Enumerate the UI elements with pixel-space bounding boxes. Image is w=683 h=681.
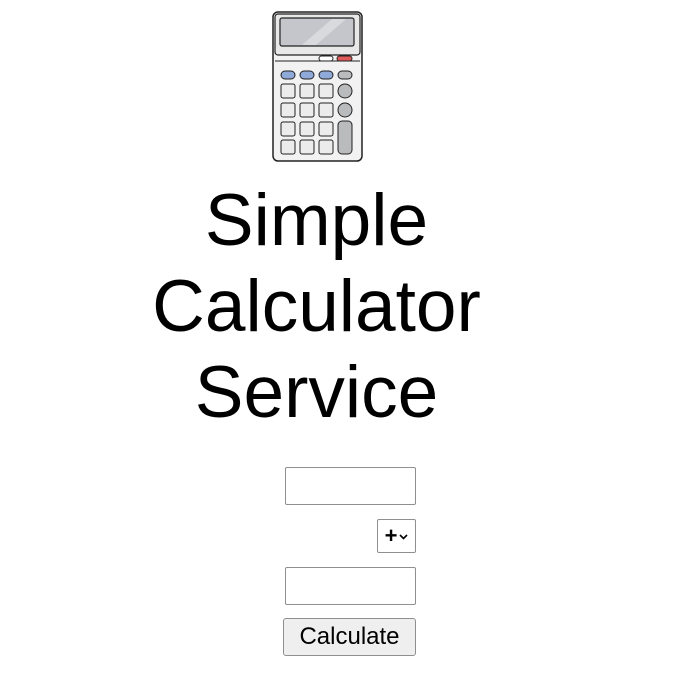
calculate-button[interactable]: Calculate [283,618,416,656]
calculator-icon [272,11,363,162]
page-title: Simple Calculator Service [0,178,633,436]
first-number-input[interactable] [285,467,416,505]
second-number-input[interactable] [285,567,416,605]
chevron-down-icon [399,533,408,540]
operator-value: + [384,523,398,548]
operator-select[interactable]: + [377,519,416,553]
title-line-1: Simple [204,180,429,261]
title-line-3: Service [194,352,439,433]
title-line-2: Calculator [152,266,481,347]
calculator-page: Simple Calculator Service + Calculate [0,0,683,681]
